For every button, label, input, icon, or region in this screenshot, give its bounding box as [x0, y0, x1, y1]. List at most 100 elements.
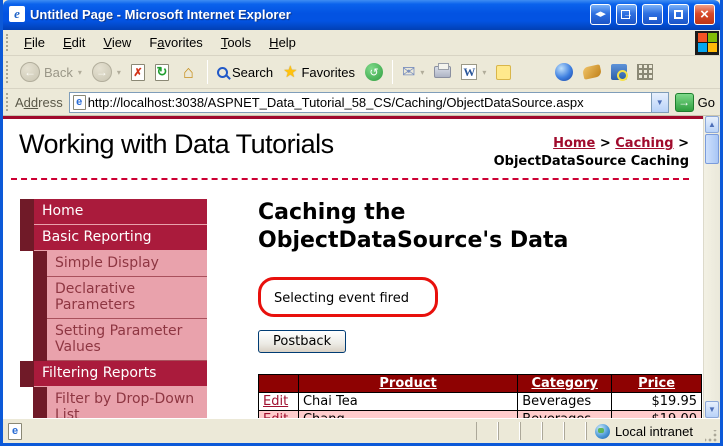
page-viewport: Working with Data Tutorials Home > Cachi…	[3, 116, 720, 418]
search-button[interactable]: Search	[212, 63, 278, 82]
minimize-icon	[649, 17, 657, 20]
scroll-down-button[interactable]: ▼	[705, 401, 719, 418]
sphere-icon	[555, 63, 573, 81]
sidebar-item-home[interactable]: Home	[20, 199, 207, 225]
mail-chevron-icon: ▾	[420, 68, 424, 77]
nav-indent-strip	[33, 319, 47, 361]
page-title: Caching the ObjectDataSource's Data	[258, 199, 603, 255]
menu-favorites[interactable]: Favorites	[140, 31, 211, 54]
sidebar-item-declarative-parameters[interactable]: Declarative Parameters	[33, 277, 207, 319]
sidebar-item-filtering-reports[interactable]: Filtering Reports	[20, 361, 207, 387]
favorites-star-icon: ★	[283, 62, 297, 82]
product-cell: Chai Tea	[298, 393, 517, 411]
product-column-header: Product	[298, 375, 517, 393]
forward-chevron-icon: ▾	[117, 68, 121, 77]
scroll-thumb[interactable]	[705, 134, 719, 164]
menu-grip[interactable]	[6, 34, 11, 52]
word-chevron-icon: ▾	[482, 68, 486, 77]
breadcrumb-current: ObjectDataSource Caching	[494, 154, 689, 169]
annotation-oval: Selecting event fired	[258, 277, 438, 317]
refresh-button[interactable]: ↻	[150, 62, 174, 83]
scroll-up-button[interactable]: ▲	[705, 116, 719, 133]
menu-view[interactable]: View	[94, 31, 140, 54]
go-button[interactable]: → Go	[675, 93, 715, 112]
toolbar-separator	[207, 60, 208, 84]
page-icon: e	[73, 95, 86, 110]
product-cell: Chang	[298, 411, 517, 418]
page-header: Working with Data Tutorials Home > Cachi…	[3, 119, 703, 176]
breadcrumb-home-link[interactable]: Home	[553, 136, 595, 151]
addon-gold-button[interactable]	[578, 64, 606, 80]
favorites-button[interactable]: ★ Favorites	[278, 60, 360, 84]
print-button[interactable]	[429, 64, 456, 80]
vertical-scrollbar[interactable]: ▲ ▼	[703, 116, 720, 418]
address-field[interactable]: e ▼	[69, 92, 669, 113]
maximize-button[interactable]	[668, 4, 689, 25]
address-grip[interactable]	[6, 93, 11, 111]
window-title: Untitled Page - Microsoft Internet Explo…	[30, 7, 585, 22]
status-left-pane: e	[8, 423, 476, 440]
note-icon	[496, 65, 511, 80]
page-content: Working with Data Tutorials Home > Cachi…	[3, 116, 703, 418]
sidebar-item-filter-by-dropdown[interactable]: Filter by Drop-Down List	[33, 387, 207, 418]
menu-edit[interactable]: Edit	[54, 31, 94, 54]
stop-button[interactable]: ✗	[126, 62, 150, 83]
price-sort-link[interactable]: Price	[638, 376, 675, 391]
back-button[interactable]: ← Back ▾	[15, 60, 87, 84]
windows-logo-icon	[695, 31, 719, 55]
price-cell: $19.00	[612, 411, 702, 418]
edit-word-button[interactable]: W ▾	[456, 62, 491, 82]
edit-link[interactable]: Edit	[263, 412, 288, 418]
postback-button[interactable]: Postback	[258, 330, 346, 353]
resize-grip-icon[interactable]	[705, 430, 718, 443]
mail-button[interactable]: ✉ ▾	[397, 60, 429, 84]
menu-help[interactable]: Help	[260, 31, 305, 54]
addon-sphere-button[interactable]	[550, 61, 578, 83]
minimize-button[interactable]	[642, 4, 663, 25]
home-button[interactable]: ⌂	[174, 61, 203, 84]
go-arrow-icon: →	[675, 93, 694, 112]
nav-indent-strip	[33, 387, 47, 418]
table-row: Edit Chai Tea Beverages $19.95	[259, 393, 702, 411]
compare-windows-button[interactable]: ◀▶	[590, 4, 611, 25]
edit-link[interactable]: Edit	[263, 394, 288, 409]
sidebar-item-simple-display[interactable]: Simple Display	[33, 251, 207, 277]
research-button[interactable]	[606, 62, 632, 82]
word-icon: W	[461, 64, 477, 80]
toolbar-grip[interactable]	[6, 61, 11, 83]
browser-window: e Untitled Page - Microsoft Internet Exp…	[0, 0, 723, 446]
category-cell: Beverages	[518, 411, 612, 418]
status-pane	[520, 422, 542, 440]
zone-label: Local intranet	[615, 424, 693, 439]
scroll-track[interactable]	[704, 164, 720, 401]
messenger-button[interactable]	[632, 62, 658, 82]
breadcrumb-caching-link[interactable]: Caching	[615, 136, 673, 151]
title-bar[interactable]: e Untitled Page - Microsoft Internet Exp…	[3, 0, 720, 30]
status-pane	[542, 422, 564, 440]
security-zone: Local intranet	[586, 422, 703, 440]
sidebar-item-setting-parameter-values[interactable]: Setting Parameter Values	[33, 319, 207, 361]
back-chevron-icon: ▾	[78, 68, 82, 77]
back-label: Back	[44, 65, 73, 80]
product-sort-link[interactable]: Product	[379, 376, 436, 391]
history-button[interactable]: ↺	[360, 61, 388, 83]
nav-indent-strip	[20, 361, 34, 387]
menu-tools[interactable]: Tools	[212, 31, 260, 54]
go-label: Go	[698, 95, 715, 110]
intranet-globe-icon	[595, 424, 610, 439]
send-to-button[interactable]: →	[616, 4, 637, 25]
home-icon: ⌂	[179, 63, 198, 82]
site-title: Working with Data Tutorials	[19, 129, 334, 160]
category-sort-link[interactable]: Category	[531, 376, 597, 391]
forward-button[interactable]: → ▾	[87, 60, 126, 84]
search-label: Search	[232, 65, 273, 80]
nav-indent-strip	[20, 199, 34, 225]
address-dropdown-button[interactable]: ▼	[651, 93, 668, 112]
menu-file[interactable]: File	[15, 31, 54, 54]
close-button[interactable]: ×	[694, 4, 715, 25]
print-icon	[434, 66, 451, 78]
discuss-button[interactable]	[491, 63, 516, 82]
sidebar-nav: Home Basic Reporting Simple Display Decl…	[20, 199, 207, 418]
sidebar-item-basic-reporting[interactable]: Basic Reporting	[20, 225, 207, 251]
address-input[interactable]	[86, 95, 651, 110]
